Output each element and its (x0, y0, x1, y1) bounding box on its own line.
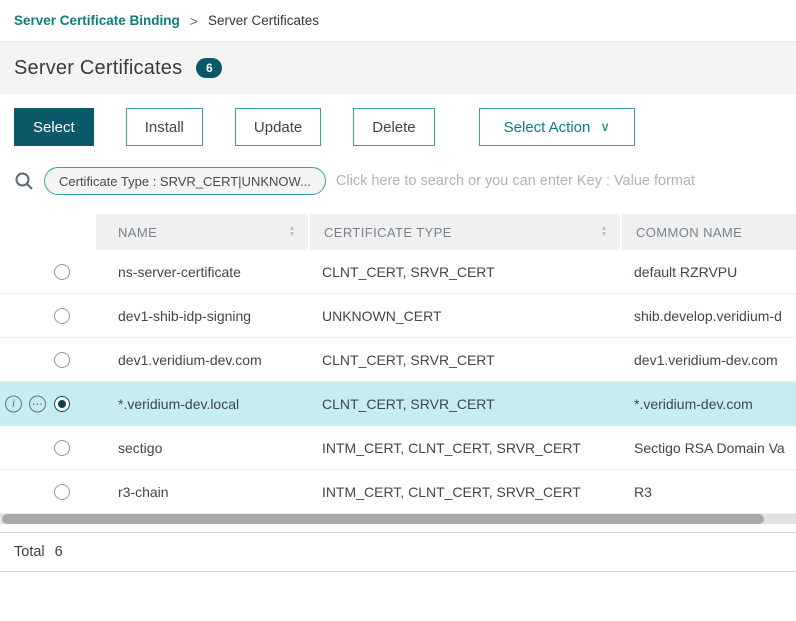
count-badge: 6 (196, 58, 222, 78)
header-certificate-type[interactable]: CERTIFICATE TYPE (308, 214, 620, 250)
cell-common-name: dev1.veridium-dev.com (620, 352, 796, 368)
cell-name: dev1-shib-idp-signing (96, 308, 308, 324)
cell-name: r3-chain (96, 484, 308, 500)
update-button[interactable]: Update (235, 108, 321, 146)
search-bar: Certificate Type : SRVR_CERT|UNKNOW... (0, 164, 796, 198)
table-header: NAME CERTIFICATE TYPE COMMON NAME (0, 214, 796, 250)
header-name[interactable]: NAME (96, 214, 308, 250)
row-select-cell: i⋯ (0, 382, 96, 425)
table-row[interactable]: r3-chainINTM_CERT, CLNT_CERT, SRVR_CERTR… (0, 470, 796, 514)
cell-certificate-type: INTM_CERT, CLNT_CERT, SRVR_CERT (308, 440, 620, 456)
header-name-label: NAME (118, 225, 157, 240)
select-action-button[interactable]: Select Action ∨ (479, 108, 635, 146)
cell-certificate-type: UNKNOWN_CERT (308, 308, 620, 324)
server-certificates-page: Server Certificate Binding > Server Cert… (0, 0, 796, 621)
horizontal-scrollbar (0, 514, 796, 524)
header-common-name[interactable]: COMMON NAME (620, 214, 796, 250)
row-radio[interactable] (54, 352, 70, 368)
breadcrumb: Server Certificate Binding > Server Cert… (0, 0, 796, 42)
delete-button[interactable]: Delete (353, 108, 434, 146)
breadcrumb-link-server-certificate-binding[interactable]: Server Certificate Binding (14, 13, 180, 28)
row-radio[interactable] (54, 264, 70, 280)
row-select-cell (0, 294, 96, 337)
sort-icon[interactable] (289, 226, 296, 238)
search-input[interactable] (336, 173, 782, 189)
row-select-cell (0, 426, 96, 469)
page-title: Server Certificates (14, 57, 182, 80)
toolbar: Select Install Update Delete Select Acti… (0, 108, 796, 146)
table-row[interactable]: dev1-shib-idp-signingUNKNOWN_CERTshib.de… (0, 294, 796, 338)
certificates-table: NAME CERTIFICATE TYPE COMMON NAME ns-ser… (0, 214, 796, 514)
chevron-down-icon: ∨ (600, 119, 610, 135)
install-button[interactable]: Install (126, 108, 203, 146)
table-row[interactable]: sectigoINTM_CERT, CLNT_CERT, SRVR_CERTSe… (0, 426, 796, 470)
row-select-cell (0, 250, 96, 293)
row-radio[interactable] (54, 484, 70, 500)
table-row[interactable]: dev1.veridium-dev.comCLNT_CERT, SRVR_CER… (0, 338, 796, 382)
cell-certificate-type: CLNT_CERT, SRVR_CERT (308, 352, 620, 368)
table-footer: Total 6 (0, 532, 796, 572)
header-select-column (0, 214, 96, 250)
row-select-cell (0, 338, 96, 381)
header-certificate-type-label: CERTIFICATE TYPE (324, 225, 452, 240)
cell-name: dev1.veridium-dev.com (96, 352, 308, 368)
cell-common-name: R3 (620, 484, 796, 500)
cell-name: sectigo (96, 440, 308, 456)
scrollbar-thumb[interactable] (2, 514, 764, 524)
ellipsis-icon[interactable]: ⋯ (29, 395, 46, 412)
breadcrumb-current: Server Certificates (208, 13, 319, 28)
total-label: Total (14, 544, 45, 560)
row-radio[interactable] (54, 440, 70, 456)
row-radio[interactable] (54, 396, 70, 412)
row-select-cell (0, 470, 96, 513)
cell-common-name: Sectigo RSA Domain Va (620, 440, 796, 456)
cell-certificate-type: CLNT_CERT, SRVR_CERT (308, 264, 620, 280)
cell-certificate-type: INTM_CERT, CLNT_CERT, SRVR_CERT (308, 484, 620, 500)
sort-icon[interactable] (601, 226, 608, 238)
total-value: 6 (55, 544, 63, 560)
header-common-name-label: COMMON NAME (636, 225, 742, 240)
cell-common-name: default RZRVPU (620, 264, 796, 280)
page-header: Server Certificates 6 (0, 42, 796, 94)
table-row[interactable]: i⋯*.veridium-dev.localCLNT_CERT, SRVR_CE… (0, 382, 796, 426)
search-icon (14, 171, 34, 191)
cell-common-name: shib.develop.veridium-d (620, 308, 796, 324)
cell-certificate-type: CLNT_CERT, SRVR_CERT (308, 396, 620, 412)
cell-name: *.veridium-dev.local (96, 396, 308, 412)
breadcrumb-separator-icon: > (190, 13, 198, 29)
cell-common-name: *.veridium-dev.com (620, 396, 796, 412)
select-action-label: Select Action (504, 119, 591, 136)
row-radio[interactable] (54, 308, 70, 324)
select-button[interactable]: Select (14, 108, 94, 146)
info-icon[interactable]: i (5, 395, 22, 412)
table-row[interactable]: ns-server-certificateCLNT_CERT, SRVR_CER… (0, 250, 796, 294)
filter-chip[interactable]: Certificate Type : SRVR_CERT|UNKNOW... (44, 167, 326, 195)
cell-name: ns-server-certificate (96, 264, 308, 280)
table-body: ns-server-certificateCLNT_CERT, SRVR_CER… (0, 250, 796, 514)
